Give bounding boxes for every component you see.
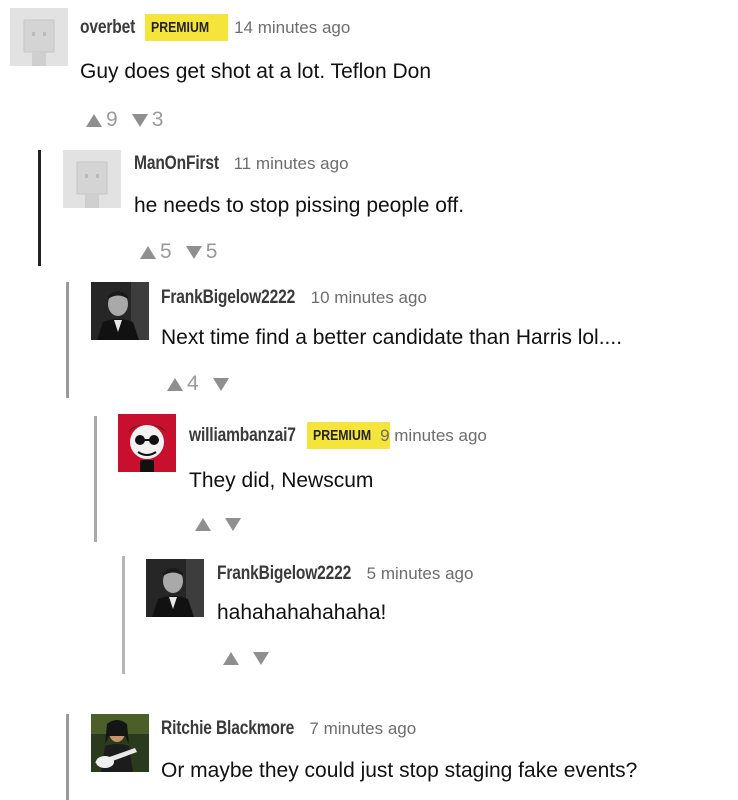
- comment-text: They did, Newscum: [189, 469, 374, 492]
- downvote-count: 5: [205, 240, 218, 263]
- upvote-icon: [86, 113, 102, 127]
- upvote-button[interactable]: 5: [140, 240, 172, 264]
- avatar[interactable]: [63, 150, 121, 208]
- downvote-button[interactable]: [225, 518, 241, 531]
- downvote-icon: [212, 377, 229, 391]
- thread-line: [66, 282, 69, 398]
- downvote-button[interactable]: [253, 652, 269, 665]
- timestamp: 10 minutes ago: [310, 288, 427, 307]
- upvote-button[interactable]: 9: [86, 108, 118, 132]
- username[interactable]: ManOnFirst: [134, 153, 219, 175]
- downvote-button[interactable]: [212, 377, 229, 391]
- username[interactable]: Ritchie Blackmore: [161, 718, 294, 740]
- downvote-button[interactable]: 3: [131, 108, 164, 132]
- timestamp: 5 minutes ago: [366, 564, 474, 583]
- comment-text: Or maybe they could just stop staging fa…: [161, 759, 638, 782]
- comment-text: Guy does get shot at a lot. Teflon Don: [80, 60, 432, 83]
- comment-text: hahahahahahaha!: [217, 601, 387, 624]
- thread-line: [94, 416, 97, 542]
- guitarist-photo: [91, 714, 149, 772]
- upvote-count: 9: [106, 108, 118, 131]
- timestamp: 9 minutes ago: [380, 425, 487, 445]
- avatar[interactable]: [91, 282, 149, 340]
- default-avatar-icon: [63, 150, 121, 208]
- upvote-icon: [195, 518, 211, 531]
- comment-text: he needs to stop pissing people off.: [134, 194, 465, 217]
- upvote-icon: [223, 652, 239, 665]
- man-in-suit-photo: [91, 282, 149, 340]
- timestamp: 11 minutes ago: [233, 154, 349, 173]
- timestamp: 14 minutes ago: [234, 17, 351, 37]
- downvote-icon: [225, 518, 241, 531]
- username[interactable]: williambanzai7: [189, 425, 296, 447]
- red-cartoon-face: [118, 414, 176, 472]
- downvote-count: 3: [151, 108, 164, 131]
- upvote-button[interactable]: [223, 652, 239, 665]
- thread-line: [38, 150, 41, 266]
- upvote-button[interactable]: [195, 518, 211, 531]
- avatar[interactable]: [10, 8, 68, 66]
- upvote-count: 4: [187, 372, 199, 395]
- username[interactable]: FrankBigelow2222: [217, 563, 351, 585]
- thread-line: [66, 714, 69, 800]
- upvote-button[interactable]: 4: [167, 372, 199, 396]
- upvote-icon: [140, 245, 156, 259]
- downvote-icon: [253, 652, 269, 665]
- username[interactable]: overbet: [80, 17, 135, 39]
- upvote-icon: [167, 377, 183, 391]
- thread-line: [122, 556, 125, 674]
- avatar[interactable]: [118, 414, 176, 472]
- default-avatar-icon: [10, 8, 68, 66]
- comment-text: Next time find a better candidate than H…: [161, 326, 623, 349]
- downvote-icon: [185, 245, 202, 259]
- premium-badge: PREMIUM: [307, 422, 391, 449]
- man-in-suit-photo: [146, 559, 204, 617]
- avatar[interactable]: [91, 714, 149, 772]
- avatar[interactable]: [146, 559, 204, 617]
- timestamp: 7 minutes ago: [309, 719, 417, 738]
- upvote-count: 5: [160, 240, 172, 263]
- premium-badge: PREMIUM: [145, 14, 229, 41]
- username[interactable]: FrankBigelow2222: [161, 287, 295, 309]
- downvote-button[interactable]: 5: [185, 240, 218, 264]
- downvote-icon: [131, 113, 148, 127]
